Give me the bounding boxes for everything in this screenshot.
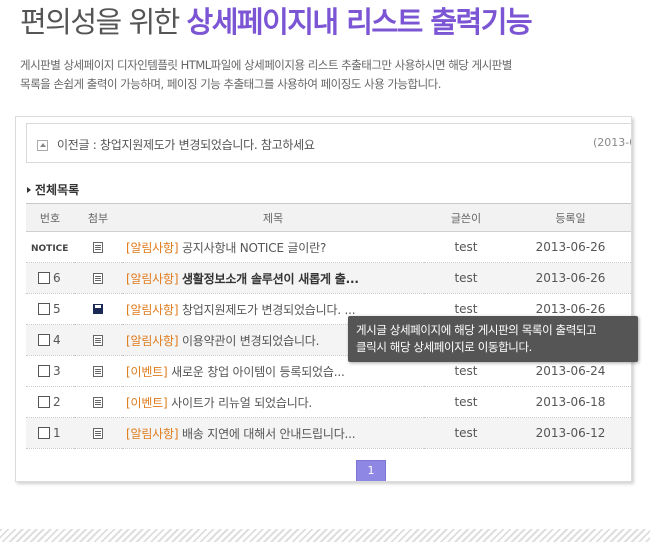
- document-icon: [93, 366, 103, 377]
- document-icon: [93, 273, 103, 284]
- row-category: [알림사항]: [126, 333, 179, 348]
- row-subject-link[interactable]: 사이트가 리뉴얼 되었습니다.: [171, 396, 312, 410]
- row-writer: test: [424, 417, 508, 449]
- headline: 편의성을 위한 상세페이지내 리스트 출력기능: [20, 2, 533, 42]
- row-writer: test: [424, 386, 508, 418]
- section-title-text: 전체목록: [35, 183, 80, 197]
- row-date: 2013-06-12: [508, 417, 631, 449]
- row-subject-link[interactable]: 공지사항내 NOTICE 글이란?: [182, 241, 326, 255]
- row-category: [이벤트]: [126, 395, 168, 410]
- row-category: [알림사항]: [126, 302, 179, 317]
- tooltip-line-1: 게시글 상세페이지에 해당 게시판의 목록이 출력되고: [356, 323, 597, 337]
- row-checkbox[interactable]: [38, 303, 50, 315]
- table-row[interactable]: 6 [알림사항] 생활정보소개 솔루션이 새롭게 출... test 2013-…: [26, 262, 631, 294]
- bottom-divider: [0, 529, 650, 542]
- document-icon: [93, 242, 103, 253]
- headline-accent: 상세페이지내 리스트 출력기능: [186, 5, 533, 39]
- prev-post-date: (2013-06-26: [593, 136, 631, 149]
- row-checkbox[interactable]: [38, 396, 50, 408]
- notice-label: NOTICE: [31, 244, 69, 254]
- disk-icon: [93, 304, 103, 314]
- row-date: 2013-06-26: [508, 231, 631, 263]
- row-checkbox[interactable]: [38, 365, 50, 377]
- row-checkbox[interactable]: [38, 427, 50, 439]
- row-number: 6: [53, 271, 61, 285]
- table-row[interactable]: 2 [이벤트] 사이트가 리뉴얼 되었습니다. test 2013-06-18: [26, 386, 631, 418]
- col-subject: 제목: [122, 203, 424, 232]
- bullet-arrow-icon: [27, 187, 31, 193]
- row-category: [이벤트]: [126, 364, 168, 379]
- row-checkbox[interactable]: [38, 334, 50, 346]
- col-num: 번호: [26, 203, 74, 232]
- row-number: 2: [53, 395, 61, 409]
- document-icon: [93, 428, 103, 439]
- row-number: 4: [53, 333, 61, 347]
- row-number: 3: [53, 364, 61, 378]
- description: 게시판별 상세페이지 디자인템플릿 HTML파일에 상세페이지용 리스트 추출태…: [20, 56, 630, 94]
- row-writer: test: [424, 262, 508, 294]
- row-checkbox[interactable]: [38, 272, 50, 284]
- headline-light: 편의성을 위한: [20, 5, 180, 39]
- description-line-2: 목록을 손쉽게 출력이 가능하며, 페이징 기능 추출태그를 사용하여 페이징도…: [20, 77, 441, 91]
- tooltip: 게시글 상세페이지에 해당 게시판의 목록이 출력되고 클릭시 해당 상세페이지…: [348, 316, 638, 362]
- board-preview: 이전글 : 창업지원제도가 변경되었습니다. 참고하세요 (2013-06-26…: [15, 116, 632, 482]
- arrow-up-icon: [37, 140, 48, 151]
- document-icon: [93, 397, 103, 408]
- row-subject-link[interactable]: 이용약관이 변경되었습니다.: [182, 334, 320, 348]
- table-row-notice[interactable]: NOTICE [알림사항] 공지사항내 NOTICE 글이란? test 201…: [26, 231, 631, 263]
- description-line-1: 게시판별 상세페이지 디자인템플릿 HTML파일에 상세페이지용 리스트 추출태…: [20, 58, 512, 72]
- prev-post-text[interactable]: 이전글 : 창업지원제도가 변경되었습니다. 참고하세요: [57, 136, 315, 153]
- row-writer: test: [424, 231, 508, 263]
- col-attach: 첨부: [74, 203, 122, 232]
- row-number: 5: [53, 302, 61, 316]
- row-subject-link[interactable]: 생활정보소개 솔루션이 새롭게 출...: [182, 272, 359, 286]
- page-1-button[interactable]: 1: [356, 460, 386, 481]
- col-writer: 글쓴이: [424, 203, 508, 232]
- tooltip-line-2: 클릭시 해당 상세페이지로 이동합니다.: [356, 340, 532, 354]
- row-subject-link[interactable]: 배송 지연에 대해서 안내드립니다...: [182, 427, 356, 441]
- table-header-row: 번호 첨부 제목 글쓴이 등록일: [26, 203, 631, 232]
- row-date: 2013-06-26: [508, 262, 631, 294]
- row-subject-link[interactable]: 창업지원제도가 변경되었습니다. ...: [182, 303, 356, 317]
- section-title: 전체목록: [27, 181, 79, 198]
- document-icon: [93, 335, 103, 346]
- table-row[interactable]: 1 [알림사항] 배송 지연에 대해서 안내드립니다... test 2013-…: [26, 417, 631, 449]
- col-date: 등록일: [508, 203, 631, 232]
- row-subject-link[interactable]: 새로운 창업 아이템이 등록되었습...: [171, 365, 345, 379]
- row-category: [알림사항]: [126, 426, 179, 441]
- row-category: [알림사항]: [126, 240, 179, 255]
- row-number: 1: [53, 426, 61, 440]
- row-date: 2013-06-18: [508, 386, 631, 418]
- prev-post-link[interactable]: 이전글 : 창업지원제도가 변경되었습니다. 참고하세요 (2013-06-26: [26, 123, 631, 163]
- row-category: [알림사항]: [126, 271, 179, 286]
